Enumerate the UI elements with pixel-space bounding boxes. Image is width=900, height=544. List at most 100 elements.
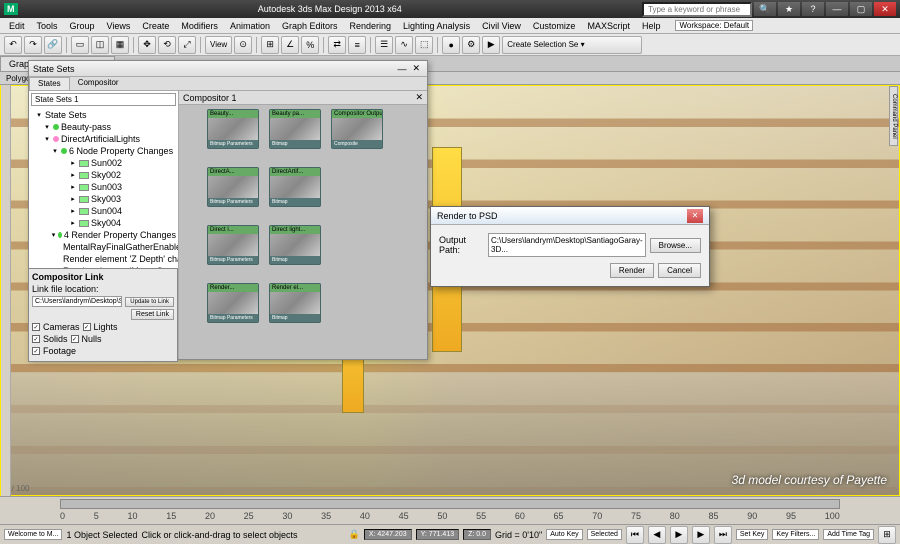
- tree-item[interactable]: ▾4 Render Property Changes: [31, 229, 176, 241]
- compositor-close-icon[interactable]: ✕: [415, 92, 423, 103]
- play-end-icon[interactable]: ⏭: [714, 526, 732, 544]
- panel-close-icon[interactable]: ✕: [409, 63, 423, 74]
- menu-maxscript[interactable]: MAXScript: [582, 20, 635, 32]
- coord-z[interactable]: Z: 0.0: [463, 529, 491, 540]
- search-icon[interactable]: 🔍: [754, 2, 776, 16]
- menu-rendering[interactable]: Rendering: [345, 20, 397, 32]
- tree-item[interactable]: Render element 'Z Depth' chan...: [31, 253, 176, 265]
- redo-icon[interactable]: ↷: [24, 36, 42, 54]
- select-icon[interactable]: ▭: [71, 36, 89, 54]
- tab-states[interactable]: States: [29, 77, 70, 90]
- curve-editor-icon[interactable]: ∿: [395, 36, 413, 54]
- tree-item[interactable]: ▸Sky003: [31, 193, 176, 205]
- compositor-canvas[interactable]: Compositor 1✕ Beauty...Bitmap Parameters…: [179, 91, 427, 359]
- lock-icon[interactable]: 🔒: [349, 529, 360, 540]
- cb-lights[interactable]: ✓: [83, 323, 91, 331]
- menu-views[interactable]: Views: [102, 20, 136, 32]
- menu-lighting[interactable]: Lighting Analysis: [398, 20, 475, 32]
- maximize-button[interactable]: ▢: [850, 2, 872, 16]
- compositor-node[interactable]: Direct light...Bitmap: [269, 225, 321, 265]
- tree-item[interactable]: ▸Sun004: [31, 205, 176, 217]
- render-button[interactable]: Render: [610, 263, 654, 278]
- tree-item[interactable]: ▾DirectArtificialLights: [31, 133, 176, 145]
- pivot-icon[interactable]: ⊙: [234, 36, 252, 54]
- cb-cameras[interactable]: ✓: [32, 323, 40, 331]
- percent-snap-icon[interactable]: %: [301, 36, 319, 54]
- timeline-track[interactable]: [60, 499, 840, 509]
- reset-link-button[interactable]: Reset Link: [131, 309, 174, 320]
- tree-item[interactable]: MentalRayFinalGatherEnable2...: [31, 241, 176, 253]
- minimize-button[interactable]: —: [826, 2, 848, 16]
- browse-button[interactable]: Browse...: [650, 238, 701, 253]
- compositor-node[interactable]: Direct l...Bitmap Parameters: [207, 225, 259, 265]
- tree-item[interactable]: ▾6 Node Property Changes: [31, 145, 176, 157]
- menu-help[interactable]: Help: [637, 20, 666, 32]
- material-icon[interactable]: ●: [442, 36, 460, 54]
- render-setup-icon[interactable]: ⚙: [462, 36, 480, 54]
- play-prev-icon[interactable]: ◀: [648, 526, 666, 544]
- compositor-node[interactable]: Compositor OutputComposite: [331, 109, 383, 149]
- cb-solids[interactable]: ✓: [32, 335, 40, 343]
- update-link-button[interactable]: Update to Link: [125, 297, 174, 307]
- compositor-node[interactable]: DirectA...Bitmap Parameters: [207, 167, 259, 207]
- compositor-node[interactable]: Beauty pa...Bitmap: [269, 109, 321, 149]
- panel-minimize-icon[interactable]: —: [394, 64, 409, 74]
- rotate-icon[interactable]: ⟲: [158, 36, 176, 54]
- cancel-button[interactable]: Cancel: [658, 263, 701, 278]
- menu-group[interactable]: Group: [65, 20, 100, 32]
- coord-y[interactable]: Y: 771.413: [416, 529, 459, 540]
- mirror-icon[interactable]: ⇄: [328, 36, 346, 54]
- menu-modifiers[interactable]: Modifiers: [176, 20, 223, 32]
- dialog-close-icon[interactable]: ✕: [687, 209, 703, 223]
- menu-customize[interactable]: Customize: [528, 20, 581, 32]
- add-time-tag[interactable]: Add Time Tag: [823, 529, 874, 540]
- help-icon[interactable]: ?: [802, 2, 824, 16]
- compositor-node[interactable]: Render...Bitmap Parameters: [207, 283, 259, 323]
- coord-x[interactable]: X: 4247.203: [364, 529, 412, 540]
- tree-item[interactable]: ▸Sun002: [31, 157, 176, 169]
- star-icon[interactable]: ★: [778, 2, 800, 16]
- tree-item[interactable]: ▸Sky004: [31, 217, 176, 229]
- workspace-selector[interactable]: Workspace: Default: [675, 20, 753, 31]
- selected-mode-dropdown[interactable]: Selected: [587, 529, 622, 540]
- setkey-button[interactable]: Set Key: [736, 529, 769, 540]
- angle-snap-icon[interactable]: ∠: [281, 36, 299, 54]
- select-all-icon[interactable]: ◫: [91, 36, 109, 54]
- close-button[interactable]: ✕: [874, 2, 896, 16]
- output-path-input[interactable]: C:\Users\landrym\Desktop\SantiagoGaray-3…: [488, 233, 646, 257]
- play-icon[interactable]: ▶: [670, 526, 688, 544]
- undo-icon[interactable]: ↶: [4, 36, 22, 54]
- menu-graph-editors[interactable]: Graph Editors: [277, 20, 343, 32]
- compositor-node[interactable]: DirectArtif...Bitmap: [269, 167, 321, 207]
- scale-icon[interactable]: ⤢: [178, 36, 196, 54]
- align-icon[interactable]: ≡: [348, 36, 366, 54]
- ref-coord-dropdown[interactable]: View: [205, 36, 232, 54]
- compositor-node[interactable]: Render el...Bitmap: [269, 283, 321, 323]
- snap-icon[interactable]: ⊞: [261, 36, 279, 54]
- autokey-button[interactable]: Auto Key: [546, 529, 582, 540]
- tab-compositor[interactable]: Compositor: [70, 77, 127, 90]
- menu-civil-view[interactable]: Civil View: [477, 20, 526, 32]
- link-icon[interactable]: 🔗: [44, 36, 62, 54]
- menu-create[interactable]: Create: [137, 20, 174, 32]
- tree-item[interactable]: ▾Beauty-pass: [31, 121, 176, 133]
- state-set-dropdown[interactable]: State Sets 1: [31, 93, 176, 106]
- keyfilters-button[interactable]: Key Filters...: [772, 529, 819, 540]
- tree-item[interactable]: ▸Sun003: [31, 181, 176, 193]
- schematic-icon[interactable]: ⬚: [415, 36, 433, 54]
- render-icon[interactable]: ▶: [482, 36, 500, 54]
- link-path-input[interactable]: C:\Users\landrym\Desktop\Santiag: [32, 296, 122, 307]
- compositor-node[interactable]: Beauty...Bitmap Parameters: [207, 109, 259, 149]
- viewport-nav-icon[interactable]: ⊞: [878, 526, 896, 544]
- menu-animation[interactable]: Animation: [225, 20, 275, 32]
- timeline[interactable]: 0510152025303540455055606570758085909510…: [0, 496, 900, 524]
- layer-icon[interactable]: ☰: [375, 36, 393, 54]
- cb-footage[interactable]: ✓: [32, 347, 40, 355]
- select-region-icon[interactable]: ▦: [111, 36, 129, 54]
- tree-item[interactable]: ▸Sky002: [31, 169, 176, 181]
- menu-tools[interactable]: Tools: [32, 20, 63, 32]
- command-panel-handle[interactable]: Command Panel: [889, 86, 898, 146]
- move-icon[interactable]: ✥: [138, 36, 156, 54]
- named-selection-dropdown[interactable]: Create Selection Se ▾: [502, 36, 642, 54]
- play-next-icon[interactable]: ▶: [692, 526, 710, 544]
